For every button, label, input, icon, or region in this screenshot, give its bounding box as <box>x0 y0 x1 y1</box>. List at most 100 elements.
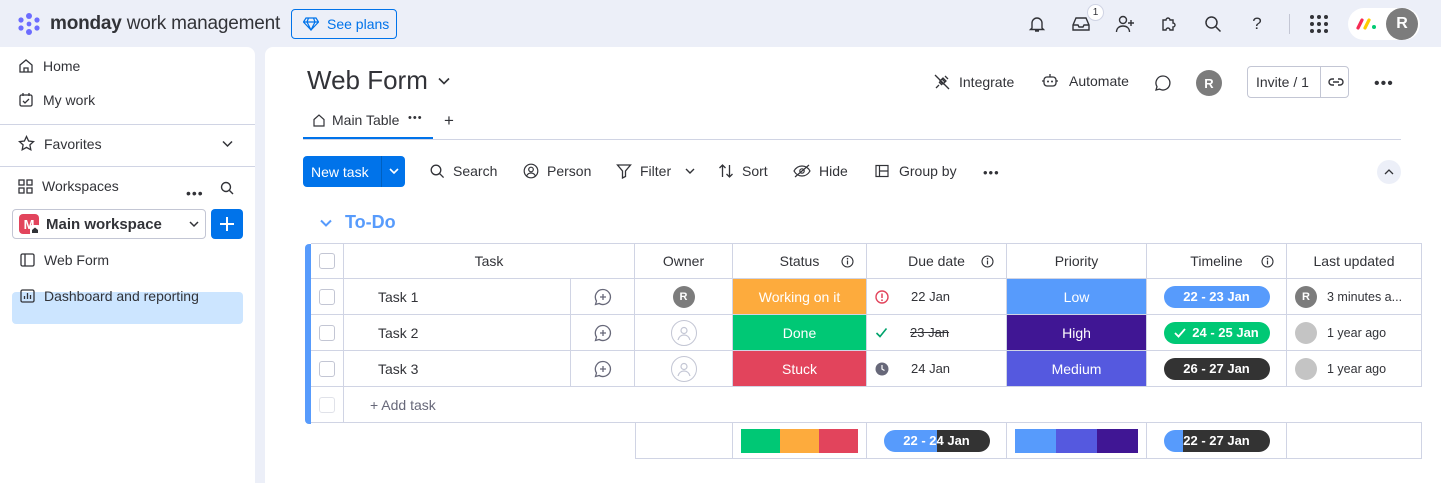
more-options-icon[interactable]: ••• <box>983 165 1000 180</box>
more-options-icon[interactable]: ••• <box>1374 75 1394 93</box>
chevron-down-icon[interactable] <box>222 140 233 148</box>
top-bar: monday work management See plans 1 ? R <box>0 0 1441 47</box>
owner-cell[interactable]: R <box>635 279 733 315</box>
info-icon[interactable] <box>841 254 854 268</box>
sidebar-item-web-form[interactable]: Web Form <box>20 252 109 268</box>
owner-cell[interactable] <box>635 315 733 351</box>
apps-grid-icon[interactable] <box>1307 12 1331 36</box>
integrate-button[interactable]: Integrate <box>933 73 1014 91</box>
add-item-button[interactable] <box>211 209 243 239</box>
board-member-avatar[interactable]: R <box>1196 70 1222 96</box>
search-label: Search <box>453 163 498 179</box>
tab-options-icon[interactable]: ••• <box>408 112 423 124</box>
last-updated-cell: 1 year ago <box>1287 351 1422 387</box>
sidebar-item-workspaces[interactable]: Workspaces <box>18 178 119 194</box>
filter-button[interactable]: Filter <box>616 163 695 179</box>
sidebar-item-my-work[interactable]: My work <box>18 92 95 108</box>
item-updates-cell[interactable] <box>570 315 635 351</box>
board-title[interactable]: Web Form <box>307 65 450 96</box>
sidebar-item-label: Favorites <box>44 135 102 152</box>
column-header-last-updated[interactable]: Last updated <box>1287 243 1422 279</box>
clock-icon <box>875 362 889 376</box>
chevron-down-icon[interactable] <box>389 168 399 175</box>
due-date-cell[interactable]: 22 Jan <box>867 279 1007 315</box>
select-all-checkbox[interactable] <box>311 243 344 279</box>
person-filter-button[interactable]: Person <box>523 163 591 179</box>
see-plans-button[interactable]: See plans <box>291 9 397 39</box>
sidebar-item-label: My work <box>43 92 96 108</box>
notifications-icon[interactable] <box>1025 12 1049 36</box>
timeline-cell[interactable]: 26 - 27 Jan <box>1147 351 1287 387</box>
item-updates-cell[interactable] <box>570 351 635 387</box>
person-icon <box>523 163 539 179</box>
add-update-icon[interactable] <box>593 359 613 379</box>
item-updates-cell[interactable] <box>570 279 635 315</box>
inbox-count-badge: 1 <box>1087 4 1104 21</box>
help-icon[interactable]: ? <box>1245 12 1269 36</box>
search-icon[interactable] <box>220 181 234 195</box>
priority-cell[interactable]: High <box>1007 315 1147 351</box>
group-title[interactable]: To-Do <box>345 212 396 233</box>
invite-button[interactable]: Invite / 1 <box>1247 66 1349 98</box>
new-task-button[interactable]: New task <box>303 156 405 187</box>
group-by-button[interactable]: Group by <box>875 163 957 179</box>
collapse-header-button[interactable] <box>1377 160 1401 184</box>
info-icon[interactable] <box>981 254 994 268</box>
link-icon[interactable] <box>1328 76 1344 88</box>
add-update-icon[interactable] <box>593 323 613 343</box>
tab-main-table[interactable]: Main Table <box>312 112 399 128</box>
sidebar-item-favorites[interactable]: Favorites <box>18 135 102 152</box>
account-menu[interactable]: R <box>1348 8 1420 40</box>
column-header-priority[interactable]: Priority <box>1007 243 1147 279</box>
due-date-cell[interactable]: 24 Jan <box>867 351 1007 387</box>
timeline-cell[interactable]: 22 - 23 Jan <box>1147 279 1287 315</box>
status-cell[interactable]: Stuck <box>733 351 867 387</box>
sidebar-item-dashboard[interactable]: Dashboard and reporting <box>20 288 199 304</box>
column-header-timeline[interactable]: Timeline <box>1147 243 1287 279</box>
row-checkbox[interactable] <box>311 279 344 315</box>
column-header-status[interactable]: Status <box>733 243 867 279</box>
priority-cell[interactable]: Low <box>1007 279 1147 315</box>
priority-label: Low <box>1063 288 1090 305</box>
timeline-cell[interactable]: 24 - 25 Jan <box>1147 315 1287 351</box>
add-task-row[interactable]: + Add task <box>344 387 1422 423</box>
add-view-icon[interactable]: + <box>444 111 454 131</box>
column-header-due-date[interactable]: Due date <box>867 243 1007 279</box>
user-avatar[interactable]: R <box>1386 8 1418 40</box>
hide-button[interactable]: Hide <box>793 163 848 179</box>
due-date-cell[interactable]: 23 Jan <box>867 315 1007 351</box>
status-distribution-bar <box>741 428 858 453</box>
priority-cell[interactable]: Medium <box>1007 351 1147 387</box>
row-checkbox[interactable] <box>311 315 344 351</box>
search-button[interactable]: Search <box>430 163 497 179</box>
updater-avatar <box>1295 321 1317 344</box>
status-cell[interactable]: Working on it <box>733 279 867 315</box>
updates-chat-icon[interactable] <box>1154 74 1172 92</box>
task-name-cell[interactable]: Task 3 <box>344 351 570 387</box>
invite-members-icon[interactable] <box>1113 12 1137 36</box>
workspace-selector[interactable]: M Main workspace <box>12 209 206 239</box>
logo[interactable]: monday work management <box>16 12 280 36</box>
automate-button[interactable]: Automate <box>1041 73 1129 89</box>
column-header-task[interactable]: Task <box>344 243 635 279</box>
status-cell[interactable]: Done <box>733 315 867 351</box>
row-checkbox[interactable] <box>311 351 344 387</box>
task-name: Task 1 <box>378 288 419 305</box>
sort-button[interactable]: Sort <box>718 163 768 179</box>
more-options-icon[interactable]: ••• <box>186 185 204 201</box>
apps-puzzle-icon[interactable] <box>1157 12 1181 36</box>
board-icon <box>20 253 35 267</box>
owner-cell[interactable] <box>635 351 733 387</box>
column-header-owner[interactable]: Owner <box>635 243 733 279</box>
add-update-icon[interactable] <box>593 287 613 307</box>
search-icon[interactable] <box>1201 12 1225 36</box>
collapse-group-icon[interactable] <box>320 219 332 227</box>
task-name-cell[interactable]: Task 1 <box>344 279 570 315</box>
board-panel: Web Form Integrate Automate R Invite / 1… <box>265 47 1441 483</box>
tab-divider <box>303 139 1401 140</box>
task-name-cell[interactable]: Task 2 <box>344 315 570 351</box>
info-icon[interactable] <box>1261 254 1274 268</box>
chevron-down-icon[interactable] <box>685 168 695 175</box>
sort-label: Sort <box>742 163 768 179</box>
sidebar-item-home[interactable]: Home <box>18 58 80 74</box>
